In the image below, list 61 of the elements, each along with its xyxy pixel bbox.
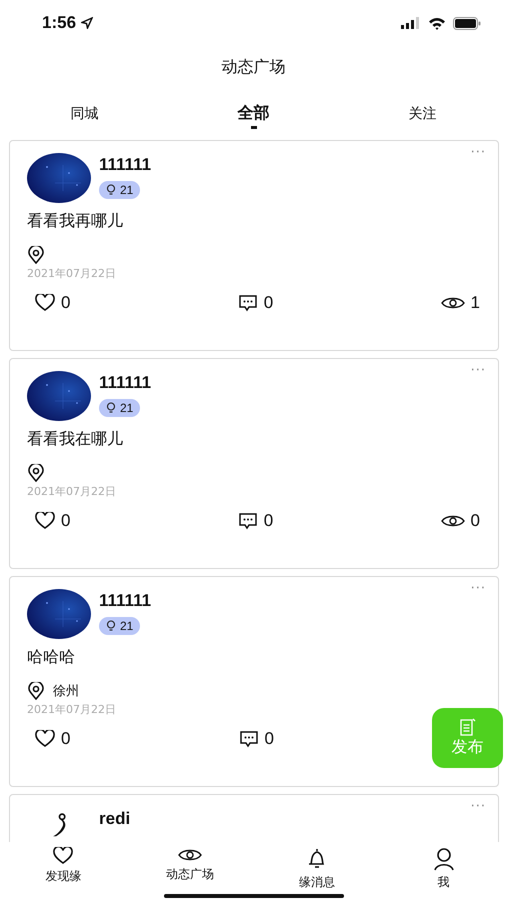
user-name: 111111 xyxy=(99,591,152,611)
page-title: 动态广场 xyxy=(222,56,286,78)
wifi-icon xyxy=(428,16,446,30)
like-button[interactable]: 0 xyxy=(61,729,70,749)
comment-button[interactable]: 0 xyxy=(264,729,274,749)
user-name: redi xyxy=(99,809,130,829)
location-text: 徐州 xyxy=(53,683,79,700)
heart-icon[interactable] xyxy=(35,730,55,748)
signal-icon xyxy=(401,17,421,29)
bulb-icon xyxy=(106,184,116,196)
location-pin-icon xyxy=(27,682,45,700)
more-button[interactable]: ··· xyxy=(470,799,486,814)
comment-icon[interactable] xyxy=(238,512,258,530)
eye-icon xyxy=(178,847,202,863)
user-name: 111111 xyxy=(99,155,152,175)
location-pin-icon xyxy=(27,246,45,264)
tab[interactable]: 关注 xyxy=(338,100,507,128)
heart-icon[interactable] xyxy=(35,294,55,312)
bulb-icon xyxy=(106,620,116,632)
user-name: 111111 xyxy=(99,373,152,393)
post-date: 2021年07月22日 xyxy=(27,484,117,499)
time: 1:56 xyxy=(42,13,76,33)
eye-icon xyxy=(440,513,465,529)
tab[interactable]: 全部 xyxy=(169,99,338,129)
post-card[interactable]: ··· 111111 21 看看我在哪儿 2021年07月22日 0 0 0 xyxy=(9,358,499,569)
figure-avatar-icon xyxy=(52,813,66,837)
nav-item[interactable]: 缘消息 xyxy=(254,842,380,900)
like-button[interactable]: 0 xyxy=(61,293,70,313)
more-button[interactable]: ··· xyxy=(470,145,486,160)
comment-button[interactable]: 0 xyxy=(264,293,274,313)
bulb-icon xyxy=(106,402,116,414)
location-pin-icon xyxy=(27,464,45,482)
location-arrow-icon xyxy=(81,17,94,29)
person-icon xyxy=(432,847,455,871)
eye-icon xyxy=(440,295,465,311)
battery-icon xyxy=(453,16,481,30)
level-badge: 21 xyxy=(99,617,140,635)
post-text: 看看我再哪儿 xyxy=(27,211,124,232)
view-count: 0 xyxy=(470,511,480,531)
post-card[interactable]: ··· redi xyxy=(9,794,499,842)
like-button[interactable]: 0 xyxy=(61,511,70,531)
nav-item[interactable]: 我 xyxy=(380,842,507,900)
level-badge: 21 xyxy=(99,181,140,199)
comment-icon[interactable] xyxy=(238,294,258,312)
heart-icon xyxy=(53,847,74,865)
post-date: 2021年07月22日 xyxy=(27,702,117,717)
tab[interactable]: 同城 xyxy=(0,100,169,128)
more-button[interactable]: ··· xyxy=(470,363,486,378)
level-badge: 21 xyxy=(99,399,140,417)
more-button[interactable]: ··· xyxy=(470,581,486,596)
comment-icon[interactable] xyxy=(238,730,258,748)
post-text: 哈哈哈 xyxy=(27,647,76,668)
document-icon xyxy=(460,718,476,736)
post-card[interactable]: ··· 111111 21 看看我再哪儿 2021年07月22日 0 0 1 xyxy=(9,140,499,351)
comment-button[interactable]: 0 xyxy=(264,511,274,531)
nav-item[interactable]: 动态广场 xyxy=(126,842,254,900)
post-text: 看看我在哪儿 xyxy=(27,429,124,450)
heart-icon[interactable] xyxy=(35,512,55,530)
nav-item[interactable]: 发现缘 xyxy=(0,842,127,900)
view-count: 1 xyxy=(470,293,480,313)
post-date: 2021年07月22日 xyxy=(27,266,117,281)
